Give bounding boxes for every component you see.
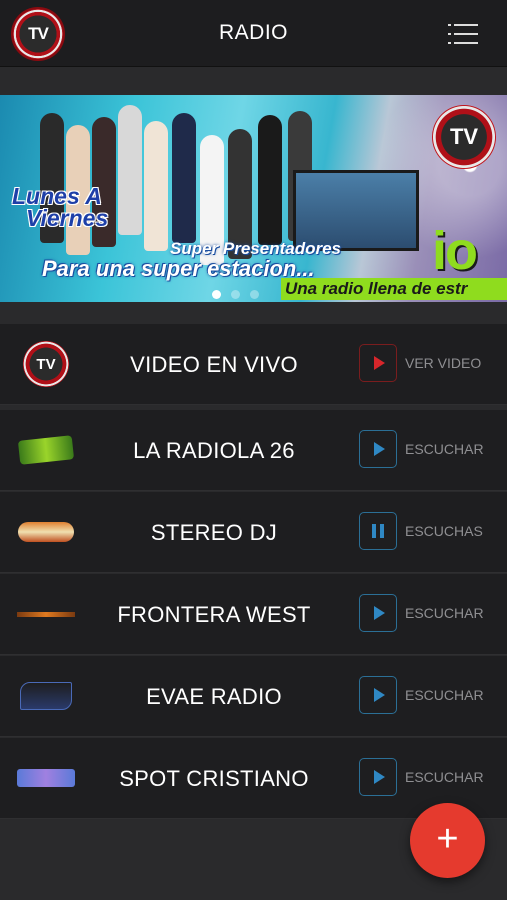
play-button[interactable] [359,344,397,382]
station-name: LA RADIOLA 26 [133,438,295,463]
radionet-tv-logo: TV [16,341,76,387]
play-icon [374,442,385,456]
banner-line-2: Viernes [26,205,109,231]
banner-line-4: Para una super estacion... [42,256,315,281]
station-row-frontera-west[interactable]: FRONTERA WEST ESCUCHAR [0,574,507,655]
station-name: SPOT CRISTIANO [119,766,309,791]
station-name: FRONTERA WEST [117,602,311,627]
banner-strip: Una radio llena de estr [281,278,507,300]
action-label[interactable]: ESCUCHAR [405,441,484,457]
radionet-tv-banner-logo: TV [432,105,496,169]
evae-radio-logo [16,676,76,716]
spot-cristiano-logo [16,758,76,798]
header-spacer [0,67,507,95]
station-row-la-radiola-26[interactable]: LA RADIOLA 26 ESCUCHAR [0,410,507,491]
la-radiola-logo [16,430,76,470]
presenter-figure [172,113,196,243]
app-header: TV RADIO [0,0,507,67]
frontera-west-logo [16,594,76,634]
banner-days: Lunes A Viernes [12,183,109,231]
play-button[interactable] [359,676,397,714]
play-icon [374,606,385,620]
station-name: EVAE RADIO [146,684,282,709]
play-icon [374,770,385,784]
presenter-figure [118,105,142,235]
station-name: VIDEO EN VIVO [130,352,298,377]
banner-spacer [0,302,507,322]
action-label[interactable]: ESCUCHAS [405,523,483,539]
pager-dot[interactable] [212,290,221,299]
pager-dot[interactable] [231,290,240,299]
page-title: RADIO [218,21,288,44]
station-name: STEREO DJ [150,520,278,545]
add-fab-button[interactable]: + [410,803,485,878]
pager-dot[interactable] [250,290,259,299]
presenter-figure [258,115,282,245]
play-button[interactable] [359,430,397,468]
banner-line-1: Lunes A [12,183,102,209]
action-label[interactable]: ESCUCHAR [405,605,484,621]
station-row-evae-radio[interactable]: EVAE RADIO ESCUCHAR [0,656,507,737]
presenter-figure [144,121,168,251]
station-row-video-en-vivo[interactable]: TV VIDEO EN VIVO VER VIDEO [0,324,507,405]
action-label[interactable]: ESCUCHAR [405,687,484,703]
play-icon [374,688,385,702]
banner-side-word: io [432,221,478,281]
list-menu-icon[interactable] [448,24,478,44]
stereo-dj-logo [16,512,76,552]
action-label[interactable]: ESCUCHAR [405,769,484,785]
play-icon [374,356,385,370]
banner-pager[interactable] [212,290,259,299]
station-row-stereo-dj[interactable]: STEREO DJ ESCUCHAS [0,492,507,573]
plus-icon: + [436,818,459,860]
play-button[interactable] [359,758,397,796]
action-label[interactable]: VER VIDEO [405,355,481,371]
pause-icon [372,524,384,538]
play-button[interactable] [359,594,397,632]
promo-banner[interactable]: TV io Lunes A Viernes Super Presentadore… [0,95,507,302]
pause-button[interactable] [359,512,397,550]
